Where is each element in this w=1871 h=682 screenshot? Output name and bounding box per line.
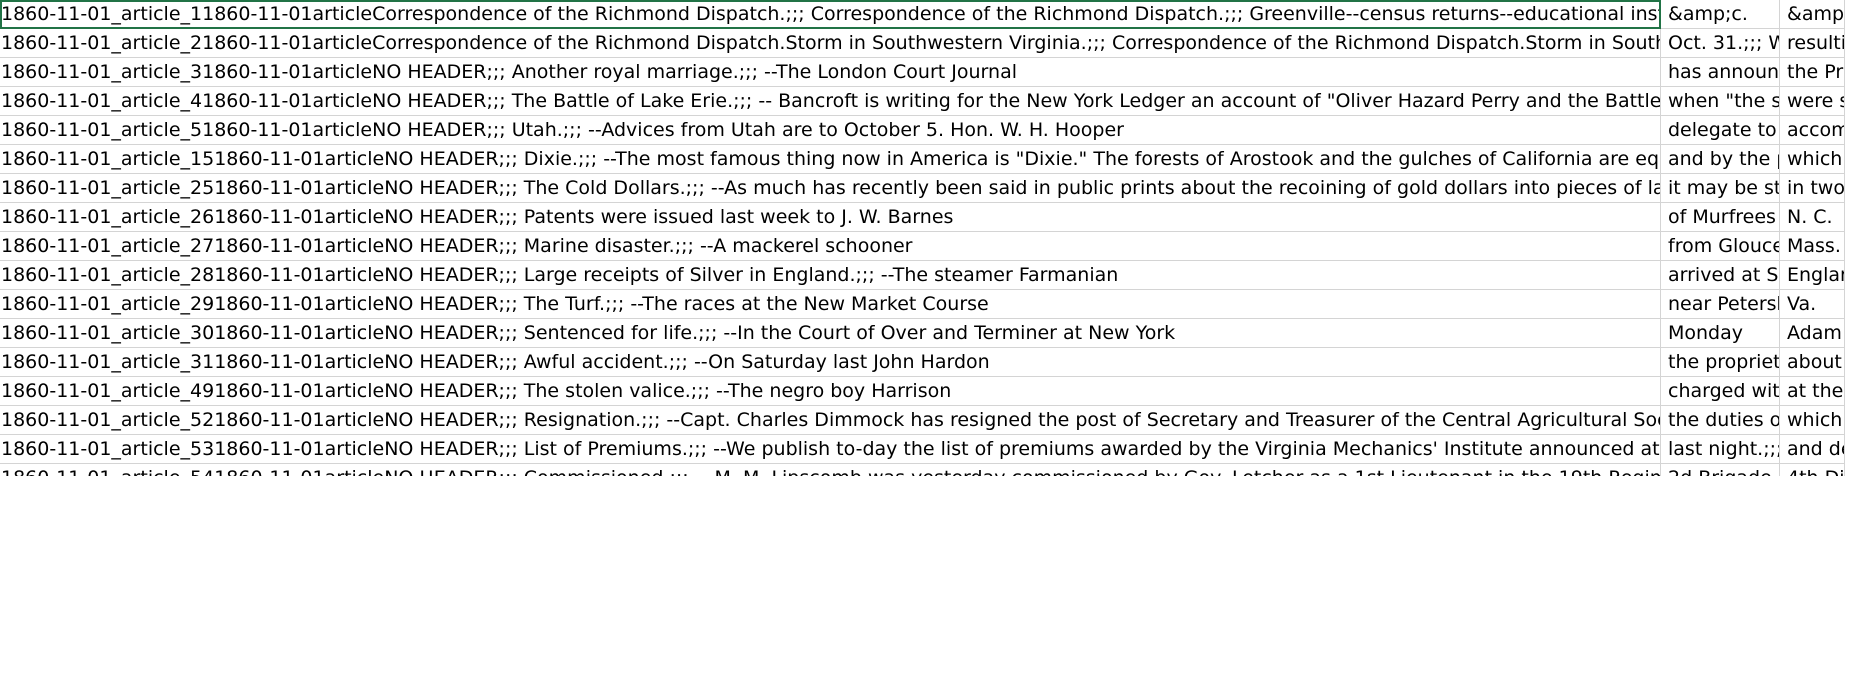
table-row: 1860-11-01_article_521860-11-01articleNO… [0,406,1845,435]
table-cell[interactable]: 1860-11-01_article_271860-11-01articleNO… [0,232,1661,261]
table-row: 1860-11-01_article_531860-11-01articleNO… [0,435,1845,464]
table-cell[interactable]: 1860-11-01_article_281860-11-01articleNO… [0,261,1661,290]
table-cell[interactable]: the Pri [1780,58,1845,87]
table-cell[interactable]: were s [1780,87,1845,116]
table-cell[interactable]: Monday [1661,319,1780,348]
table-row: 1860-11-01_article_51860-11-01articleNO … [0,116,1845,145]
table-row: 1860-11-01_article_21860-11-01articleCor… [0,29,1845,58]
table-cell[interactable]: charged with [1661,377,1780,406]
table-cell[interactable]: the propriet [1661,348,1780,377]
table-cell[interactable]: 1860-11-01_article_261860-11-01articleNO… [0,203,1661,232]
table-cell[interactable]: 1860-11-01_article_151860-11-01articleNO… [0,145,1661,174]
table-cell[interactable]: when "the s [1661,87,1780,116]
table-cell[interactable]: has announ [1661,58,1780,87]
table-cell[interactable]: at the [1780,377,1845,406]
table-cell[interactable]: 1860-11-01_article_491860-11-01articleNO… [0,377,1661,406]
table-cell[interactable]: &amp;c. [1661,0,1780,29]
table-cell[interactable]: and de [1780,435,1845,464]
table-cell[interactable]: near Petersb [1661,290,1780,319]
table-row: 1860-11-01_article_41860-11-01articleNO … [0,87,1845,116]
table-cell[interactable]: 1860-11-01_article_251860-11-01articleNO… [0,174,1661,203]
table-cell[interactable]: about [1780,348,1845,377]
table-row: 1860-11-01_article_291860-11-01articleNO… [0,290,1845,319]
table-cell[interactable]: 1860-11-01_article_521860-11-01articleNO… [0,406,1661,435]
table-row: 1860-11-01_article_11860-11-01articleCor… [0,0,1845,29]
table-cell[interactable]: which [1780,406,1845,435]
table-cell[interactable]: Adam [1780,319,1845,348]
table-cell[interactable]: Oct. 31.;;; W [1661,29,1780,58]
table-cell[interactable]: in two [1780,174,1845,203]
table-row: 1860-11-01_article_311860-11-01articleNO… [0,348,1845,377]
table-cell[interactable]: 1860-11-01_article_41860-11-01articleNO … [0,87,1661,116]
table-cell[interactable]: 1860-11-01_article_301860-11-01articleNO… [0,319,1661,348]
table-cell[interactable]: 2d Brigade [1661,464,1780,476]
table-cell[interactable]: delegate to [1661,116,1780,145]
table-cell[interactable]: Englar [1780,261,1845,290]
table-cell[interactable]: from Glouce [1661,232,1780,261]
table-cell[interactable]: 1860-11-01_article_541860-11-01articleNO… [0,464,1661,476]
table-cell[interactable]: and by the p [1661,145,1780,174]
table-row: 1860-11-01_article_281860-11-01articleNO… [0,261,1845,290]
table-cell[interactable]: Va. [1780,290,1845,319]
table-cell[interactable]: it may be sta [1661,174,1780,203]
table-cell[interactable]: of Murfrees [1661,203,1780,232]
table-cell[interactable]: which [1780,145,1845,174]
table-row: 1860-11-01_article_271860-11-01articleNO… [0,232,1845,261]
table-row: 1860-11-01_article_541860-11-01articleNO… [0,464,1845,476]
table-cell[interactable]: last night.;;; [1661,435,1780,464]
table-row: 1860-11-01_article_301860-11-01articleNO… [0,319,1845,348]
table-row: 1860-11-01_article_261860-11-01articleNO… [0,203,1845,232]
table-row: 1860-11-01_article_151860-11-01articleNO… [0,145,1845,174]
table-cell[interactable]: 1860-11-01_article_51860-11-01articleNO … [0,116,1661,145]
table-cell[interactable]: 1860-11-01_article_291860-11-01articleNO… [0,290,1661,319]
spreadsheet-grid[interactable]: 1860-11-01_article_11860-11-01articleCor… [0,0,1845,476]
table-cell[interactable]: 4th Div [1780,464,1845,476]
table-row: 1860-11-01_article_491860-11-01articleNO… [0,377,1845,406]
table-row: 1860-11-01_article_31860-11-01articleNO … [0,58,1845,87]
table-cell[interactable]: 1860-11-01_article_31860-11-01articleNO … [0,58,1661,87]
table-cell[interactable]: 1860-11-01_article_21860-11-01articleCor… [0,29,1661,58]
table-cell[interactable]: Mass. [1780,232,1845,261]
table-cell[interactable]: arrived at Sc [1661,261,1780,290]
table-cell[interactable]: N. C. [1780,203,1845,232]
table-cell[interactable]: &amp; [1780,0,1845,29]
table-row: 1860-11-01_article_251860-11-01articleNO… [0,174,1845,203]
table-cell[interactable]: the duties of [1661,406,1780,435]
table-cell[interactable]: resulti [1780,29,1845,58]
selected-cell[interactable]: 1860-11-01_article_11860-11-01articleCor… [0,0,1661,29]
table-cell[interactable]: accom [1780,116,1845,145]
table-cell[interactable]: 1860-11-01_article_311860-11-01articleNO… [0,348,1661,377]
table-cell[interactable]: 1860-11-01_article_531860-11-01articleNO… [0,435,1661,464]
